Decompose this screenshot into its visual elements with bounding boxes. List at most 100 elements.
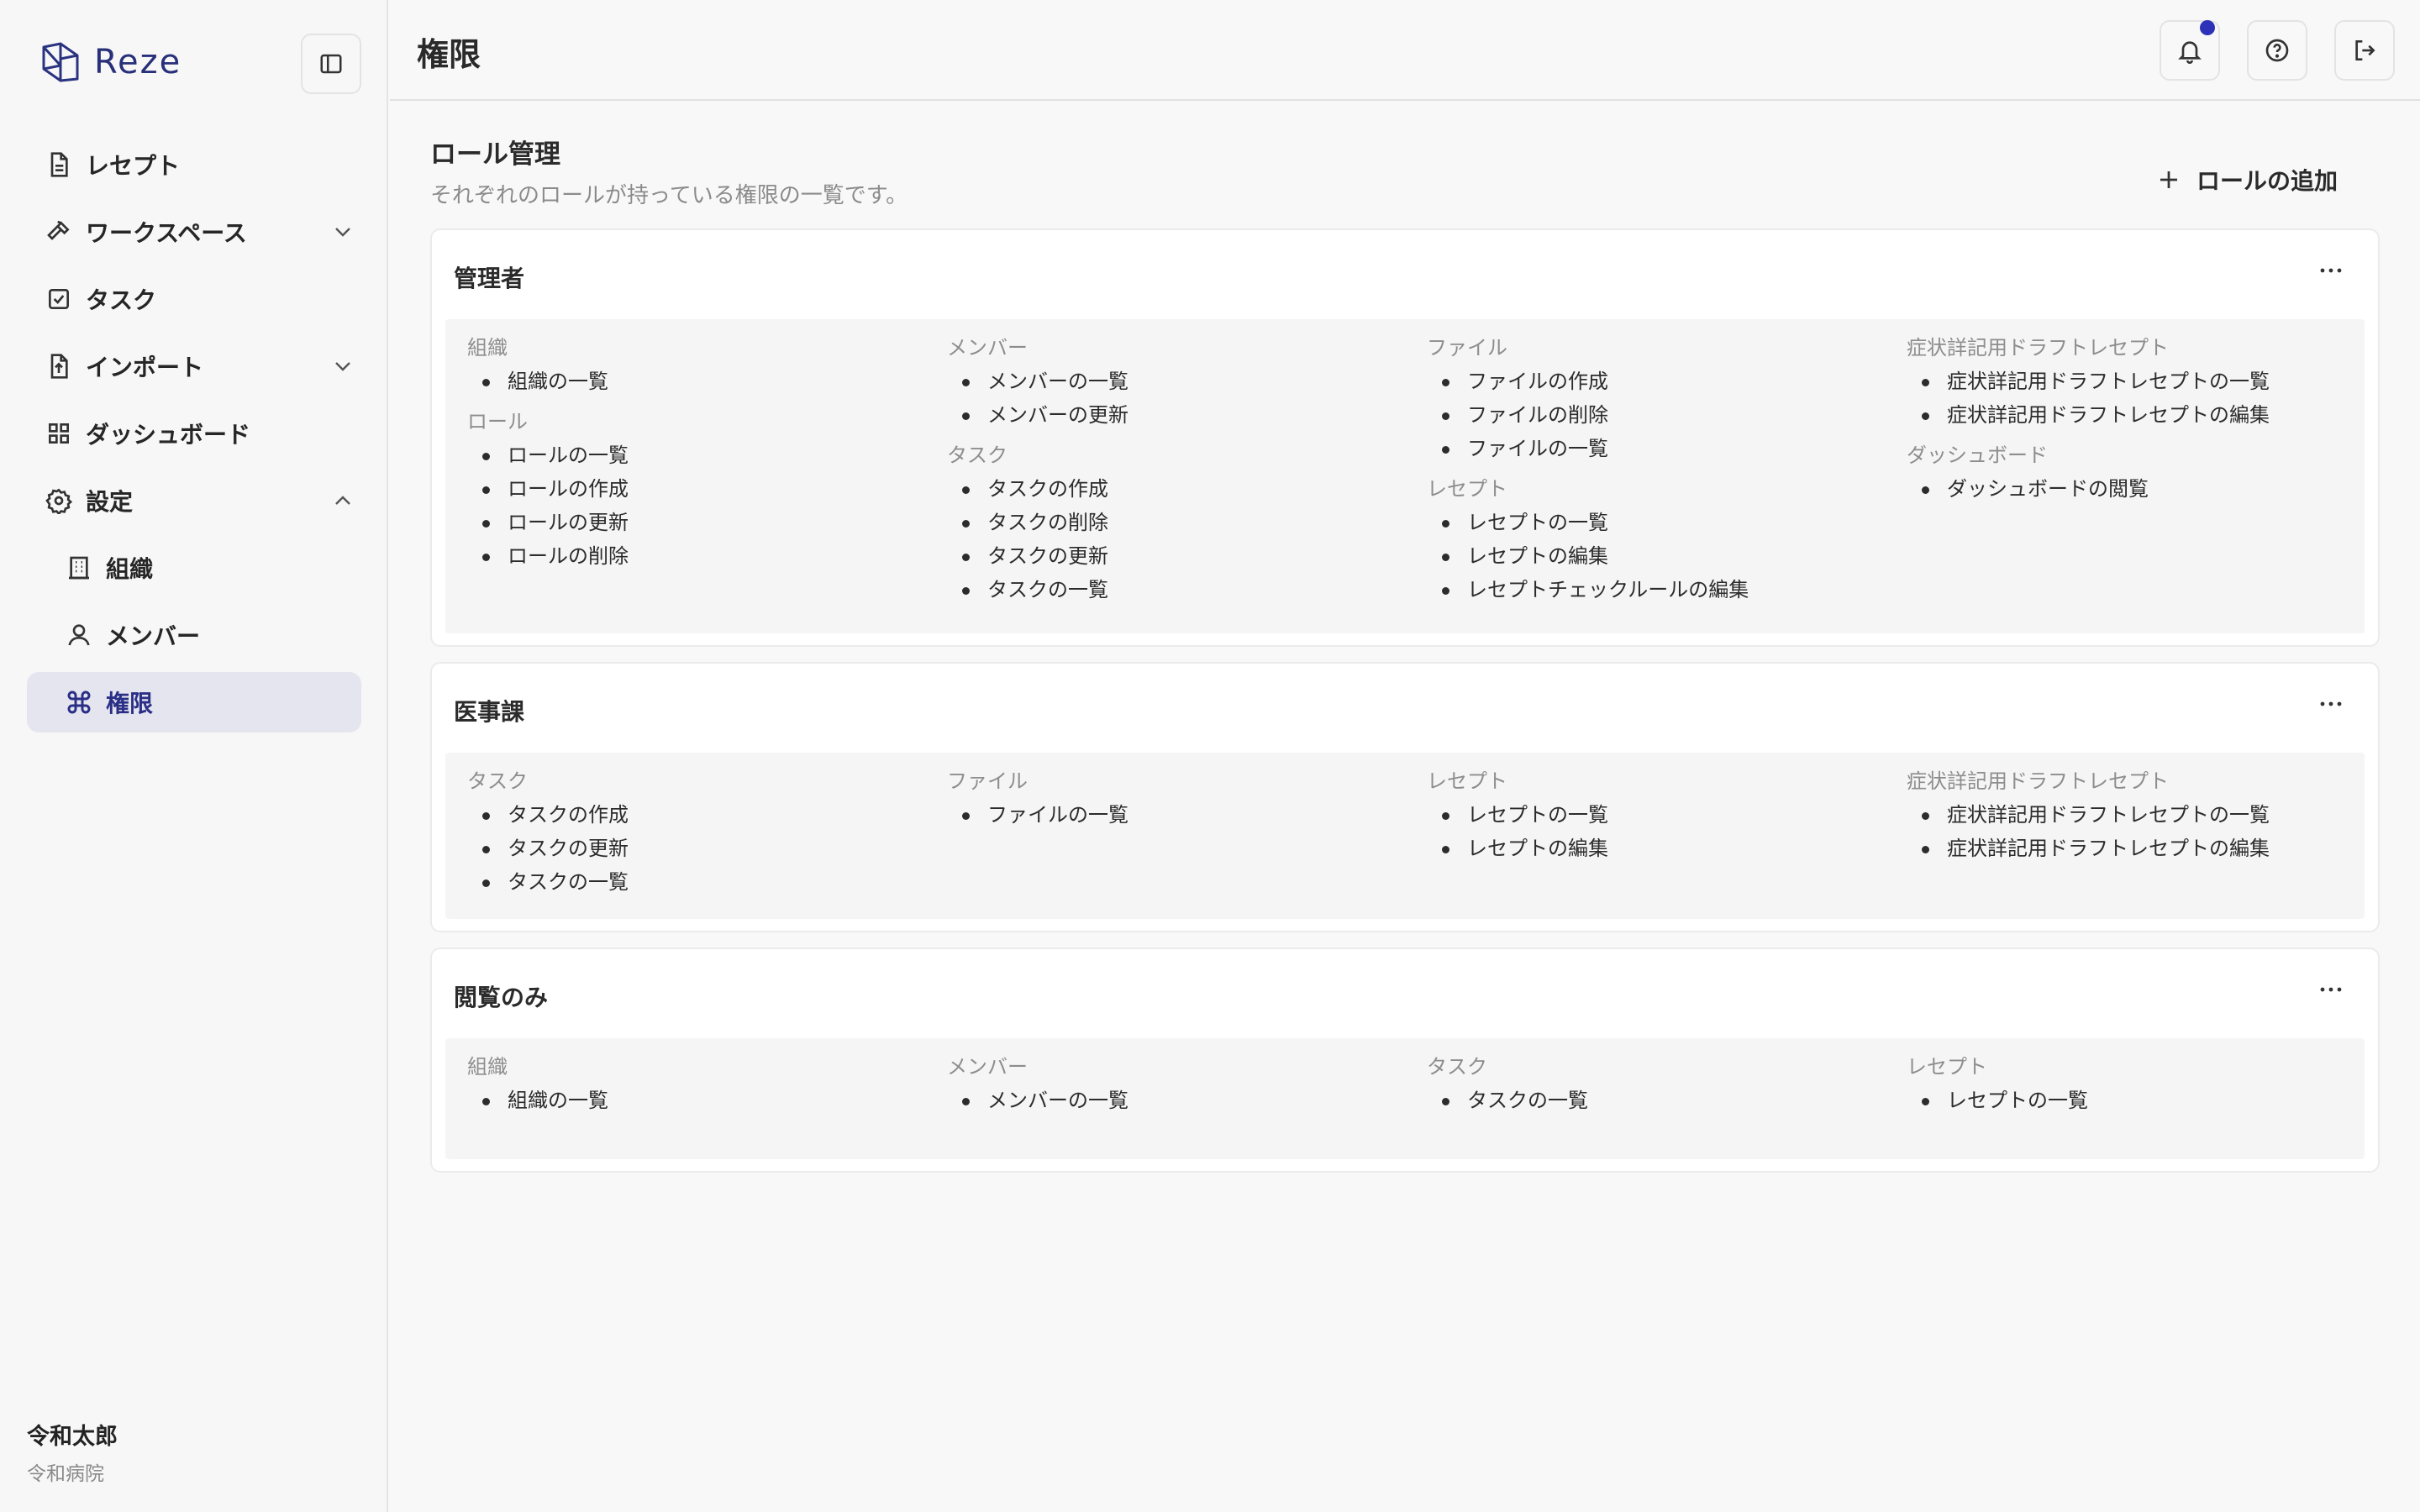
role-name: 閲覧のみ bbox=[454, 984, 549, 1011]
sidebar-item-label: 権限 bbox=[106, 690, 154, 717]
brand[interactable]: Reze bbox=[39, 40, 182, 84]
permission-group-name: メンバー bbox=[947, 336, 1028, 360]
sidebar-item-import[interactable]: インポート bbox=[27, 336, 361, 396]
permission-group-name: ダッシュボード bbox=[1907, 444, 2048, 467]
permission-item: ダッシュボードの閲覧 bbox=[1907, 472, 2270, 506]
help-icon bbox=[2265, 39, 2289, 62]
chevron-down-icon[interactable] bbox=[329, 218, 356, 245]
hammer-icon bbox=[47, 220, 70, 240]
sidebar-item-organization[interactable]: 組織 bbox=[27, 538, 361, 598]
permission-group: タスク タスクの作成 タスクの更新 タスクの一覧 bbox=[467, 764, 629, 899]
permission-item: タスクの一覧 bbox=[947, 573, 1128, 606]
permission-group-name: 組織 bbox=[467, 336, 508, 360]
file-upload-icon bbox=[50, 354, 68, 379]
permission-column: レセプト レセプトの一覧 bbox=[1907, 1050, 2088, 1124]
permission-column: 組織 組織の一覧 bbox=[467, 1050, 608, 1124]
permission-group: ロール ロールの一覧 ロールの作成 ロールの更新 ロールの削除 bbox=[467, 405, 629, 573]
add-role-button[interactable]: ロールの追加 bbox=[2156, 156, 2338, 203]
permission-item: ファイルの一覧 bbox=[1427, 432, 1749, 465]
permission-group-name: タスク bbox=[947, 444, 1007, 467]
logout-button[interactable] bbox=[2334, 20, 2395, 81]
sidebar-item-dashboard[interactable]: ダッシュボード bbox=[27, 403, 361, 464]
more-horizontal-icon bbox=[2320, 268, 2342, 273]
role-name: 医事課 bbox=[454, 698, 525, 726]
add-role-label: ロールの追加 bbox=[2196, 167, 2338, 195]
permission-item: メンバーの更新 bbox=[947, 398, 1128, 432]
permission-item: ロールの作成 bbox=[467, 472, 629, 506]
permission-group: 症状詳記用ドラフトレセプト 症状詳記用ドラフトレセプトの一覧 症状詳記用ドラフトレセ… bbox=[1907, 331, 2270, 432]
permission-group: ファイル ファイルの一覧 bbox=[947, 764, 1128, 832]
dashboard-grid-icon bbox=[48, 423, 69, 444]
permission-item: レセプトの一覧 bbox=[1427, 798, 1608, 832]
permission-column: 組織組織の一覧ロール ロールの一覧 ロールの作成 ロールの更新 ロールの削除 bbox=[467, 331, 629, 580]
permission-column: タスク タスクの一覧 bbox=[1427, 1050, 1588, 1124]
permission-item: 症状詳記用ドラフトレセプトの一覧 bbox=[1907, 365, 2270, 398]
sidebar-item-label: レセプト bbox=[86, 152, 181, 180]
chevron-down-icon[interactable] bbox=[329, 353, 356, 380]
permission-item: ファイルの削除 bbox=[1427, 398, 1749, 432]
reze-logo-icon bbox=[42, 42, 79, 82]
permission-item: 症状詳記用ドラフトレセプトの一覧 bbox=[1907, 798, 2270, 832]
sidebar-item-label: 設定 bbox=[86, 488, 134, 516]
sidebar-item-permissions[interactable]: 権限 bbox=[27, 672, 361, 732]
permission-item: タスクの作成 bbox=[947, 472, 1128, 506]
permission-group-name: メンバー bbox=[947, 1055, 1028, 1079]
permission-grid: タスク タスクの作成 タスクの更新 タスクの一覧 ファイル ファイルの一覧 レセプト レセプト… bbox=[445, 753, 2365, 919]
permission-item: 組織の一覧 bbox=[467, 1084, 608, 1117]
sidebar-item-settings[interactable]: 設定 bbox=[27, 470, 361, 531]
permission-group: レセプト レセプトの一覧 レセプトの編集 レセプトチェックルールの編集 bbox=[1427, 472, 1749, 606]
gear-icon bbox=[45, 488, 72, 514]
sidebar-item-task[interactable]: タスク bbox=[27, 269, 361, 329]
role-card: 管理者 組織 組織の一覧 ロール ロールの一覧 ロールの作成 ロールの更新 ロールの削除 メンバ… bbox=[430, 228, 2380, 647]
permission-item: 症状詳記用ドラフトレセプトの編集 bbox=[1907, 398, 2270, 432]
permission-group: 症状詳記用ドラフトレセプト 症状詳記用ドラフトレセプトの一覧 症状詳記用ドラフトレセ… bbox=[1907, 764, 2270, 865]
permission-group-name: ファイル bbox=[1427, 336, 1507, 360]
section-description: それぞれのロールが持っている権限の一覧です。 bbox=[430, 183, 908, 208]
permission-group: ファイル ファイルの作成 ファイルの削除 ファイルの一覧 bbox=[1427, 331, 1749, 465]
permission-column: レセプト レセプトの一覧 レセプトの編集 bbox=[1427, 764, 1608, 872]
sidebar-item-workspace[interactable]: ワークスペース bbox=[27, 202, 361, 262]
sidebar-item-label: タスク bbox=[86, 286, 157, 314]
permission-column: メンバー メンバーの一覧 メンバーの更新 タスク タスクの作成 タスクの削除 タスクの更新タ… bbox=[947, 331, 1128, 613]
help-button[interactable] bbox=[2247, 20, 2307, 81]
checkbox-icon bbox=[49, 289, 69, 309]
permission-column: メンバー メンバーの一覧 bbox=[947, 1050, 1128, 1124]
permission-item: タスクの作成 bbox=[467, 798, 629, 832]
sidebar-toggle-button[interactable] bbox=[301, 34, 361, 94]
permission-item: ロールの更新 bbox=[467, 506, 629, 539]
permission-item: 組織の一覧 bbox=[467, 365, 629, 398]
chevron-up-icon[interactable] bbox=[329, 487, 356, 514]
permission-item: レセプトの編集 bbox=[1427, 539, 1749, 573]
top-header: 権限 bbox=[390, 0, 2420, 101]
sidebar-item-receipt[interactable]: レセプト bbox=[27, 134, 361, 195]
sidebar-nav: レセプト ワークスペース タスク インポート ダッシュボード 設定 組織 メンバ… bbox=[27, 134, 361, 739]
permission-group-name: タスク bbox=[1427, 1055, 1487, 1079]
permission-group: タスク タスクの一覧 bbox=[1427, 1050, 1588, 1117]
role-more-button[interactable] bbox=[2314, 694, 2348, 714]
role-more-button[interactable] bbox=[2314, 260, 2348, 281]
plus-icon bbox=[2160, 171, 2177, 188]
permission-group-name: レセプト bbox=[1427, 769, 1507, 793]
permission-item: ファイルの一覧 bbox=[947, 798, 1128, 832]
permission-item: レセプトの一覧 bbox=[1427, 506, 1749, 539]
more-horizontal-icon bbox=[2320, 701, 2342, 706]
sidebar-item-member[interactable]: メンバー bbox=[27, 605, 361, 665]
sidebar-item-label: メンバー bbox=[106, 622, 201, 650]
sidebar: Reze レセプト ワークスペース タスク インポート ダッシュボード 設定 組… bbox=[0, 0, 388, 1512]
permission-group-name: タスク bbox=[467, 769, 528, 793]
user-profile[interactable]: 令和太郎 令和病院 bbox=[27, 1418, 118, 1486]
brand-name: Reze bbox=[94, 43, 182, 81]
role-card: 医事課 タスク タスクの作成 タスクの更新 タスクの一覧 ファイル ファイルの一覧 レセプトレ… bbox=[430, 662, 2380, 932]
permission-group: レセプト レセプトの一覧 bbox=[1907, 1050, 2088, 1117]
permission-group-name: レセプト bbox=[1427, 477, 1507, 501]
sidebar-item-label: 組織 bbox=[106, 555, 154, 583]
permission-column: 症状詳記用ドラフトレセプト 症状詳記用ドラフトレセプトの一覧 症状詳記用ドラフトレセ… bbox=[1907, 764, 2270, 872]
notifications-button[interactable] bbox=[2160, 20, 2220, 81]
permission-group: レセプト レセプトの一覧 レセプトの編集 bbox=[1427, 764, 1608, 865]
more-horizontal-icon bbox=[2320, 987, 2342, 992]
permission-group-name: レセプト bbox=[1907, 1055, 1987, 1079]
role-more-button[interactable] bbox=[2314, 979, 2348, 1000]
sidebar-item-label: ダッシュボード bbox=[86, 421, 251, 449]
permission-column: ファイル ファイルの作成 ファイルの削除 ファイルの一覧 レセプト レセプトの一覧 レセプト… bbox=[1427, 331, 1749, 613]
permission-grid: 組織 組織の一覧 メンバー メンバーの一覧 タスク タスクの一覧 レセプト レセプトの一覧 bbox=[445, 1038, 2365, 1159]
